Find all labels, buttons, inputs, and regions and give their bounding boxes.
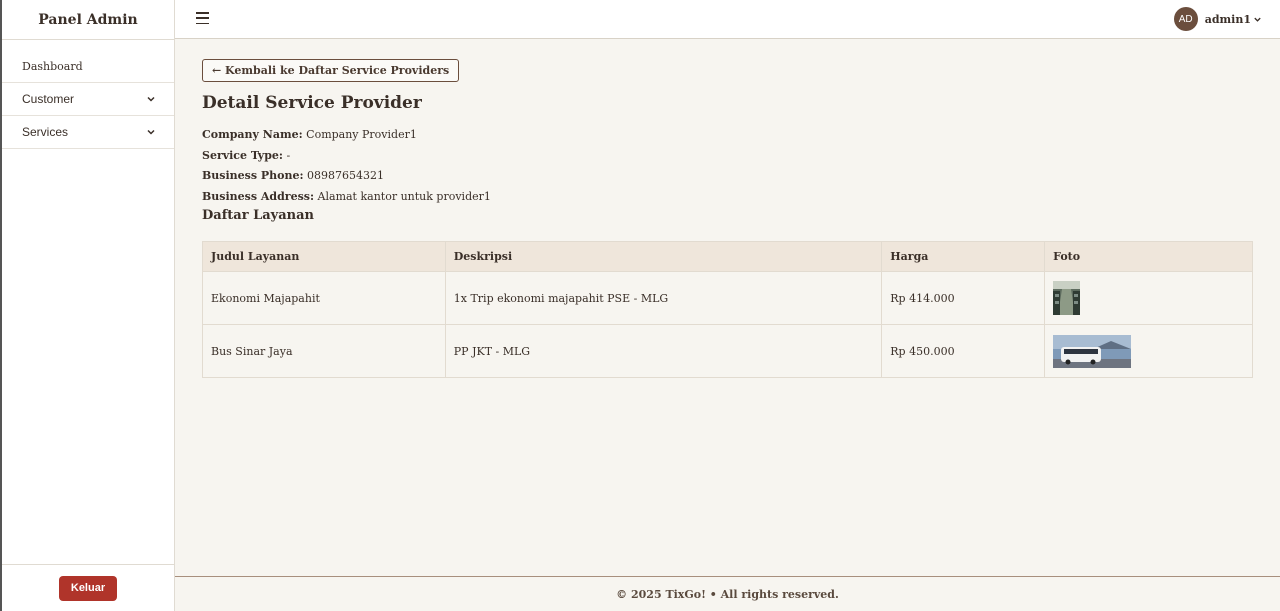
detail-value: 08987654321 — [307, 169, 385, 182]
column-header: Judul Layanan — [202, 241, 446, 272]
topbar: AD admin1 — [175, 0, 1280, 39]
cell-deskripsi: PP JKT - MLG — [444, 324, 883, 378]
footer: © 2025 TixGo! • All rights reserved. — [175, 576, 1280, 611]
detail-service-type: Service Type: - — [202, 146, 1253, 167]
bus-photo[interactable] — [1053, 334, 1132, 368]
username: admin1 — [1204, 12, 1251, 26]
detail-label: Service Type: — [202, 148, 283, 162]
cell-judul: Bus Sinar Jaya — [202, 324, 446, 378]
detail-value: Company Provider1 — [306, 128, 417, 141]
main-content: ← Kembali ke Daftar Service Providers De… — [202, 59, 1253, 378]
detail-business-phone: Business Phone: 08987654321 — [202, 166, 1253, 187]
cell-foto — [1044, 324, 1253, 378]
cell-harga: Rp 414.000 — [881, 271, 1046, 325]
cell-judul: Ekonomi Majapahit — [202, 271, 446, 325]
sidebar: Panel Admin Dashboard Customer Services … — [0, 0, 175, 611]
detail-value: Alamat kantor untuk provider1 — [317, 189, 491, 203]
sidebar-footer: Keluar — [2, 564, 174, 611]
column-header: Foto — [1044, 241, 1253, 272]
table-header-row: Judul Layanan Deskripsi Harga Foto — [202, 241, 1253, 272]
page-title: Detail Service Provider — [202, 93, 422, 113]
menu-icon[interactable] — [196, 12, 209, 24]
cell-deskripsi: 1x Trip ekonomi majapahit PSE - MLG — [444, 271, 883, 325]
sidebar-item-dashboard[interactable]: Dashboard — [2, 50, 174, 83]
provider-details: Company Name: Company Provider1 Service … — [202, 125, 1253, 207]
detail-value: - — [286, 148, 291, 162]
cell-foto — [1044, 271, 1253, 325]
detail-label: Business Phone: — [202, 169, 304, 182]
detail-label: Company Name: — [202, 128, 303, 141]
brand-title: Panel Admin — [2, 0, 174, 40]
sidebar-item-label: Dashboard — [22, 59, 83, 73]
sidebar-item-label: Services — [22, 125, 69, 139]
detail-company-name: Company Name: Company Provider1 — [202, 125, 1253, 146]
table-row: Bus Sinar Jaya PP JKT - MLG Rp 450.000 — [202, 324, 1253, 378]
column-header: Harga — [881, 241, 1046, 272]
services-table: Judul Layanan Deskripsi Harga Foto Ekono… — [202, 241, 1253, 378]
back-button[interactable]: ← Kembali ke Daftar Service Providers — [202, 59, 460, 82]
cell-harga: Rp 450.000 — [881, 324, 1046, 378]
chevron-down-icon — [1254, 17, 1261, 22]
chevron-down-icon — [147, 129, 155, 135]
table-row: Ekonomi Majapahit 1x Trip ekonomi majapa… — [202, 271, 1253, 325]
sidebar-item-label: Customer — [22, 92, 75, 106]
user-menu[interactable]: AD admin1 — [1173, 7, 1262, 31]
detail-business-address: Business Address: Alamat kantor untuk pr… — [202, 187, 1253, 208]
copyright-text: © 2025 TixGo! • All rights reserved. — [616, 587, 839, 601]
sidebar-nav: Dashboard Customer Services — [2, 50, 174, 149]
train-interior-photo[interactable] — [1053, 281, 1081, 315]
sidebar-item-customer[interactable]: Customer — [2, 83, 174, 116]
column-header: Deskripsi — [444, 241, 883, 272]
section-title: Daftar Layanan — [202, 208, 314, 223]
sidebar-item-services[interactable]: Services — [2, 116, 174, 149]
avatar: AD — [1173, 7, 1198, 31]
logout-button[interactable]: Keluar — [59, 575, 117, 601]
detail-label: Business Address: — [202, 189, 315, 203]
chevron-down-icon — [147, 96, 155, 102]
